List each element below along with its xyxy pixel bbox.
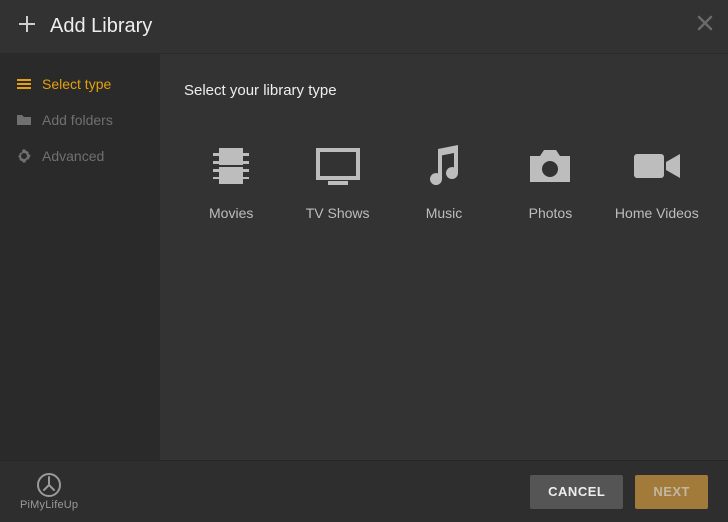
film-icon xyxy=(203,143,259,189)
tv-icon xyxy=(310,143,366,189)
list-icon xyxy=(16,76,32,92)
type-home-videos[interactable]: Home Videos xyxy=(610,137,704,227)
camera-icon xyxy=(522,143,578,189)
type-tv-shows[interactable]: TV Shows xyxy=(290,137,384,227)
type-label: Photos xyxy=(529,205,573,221)
library-type-row: Movies TV Shows Music xyxy=(184,137,704,227)
cancel-button[interactable]: CANCEL xyxy=(530,475,623,509)
modal-footer: PiMyLifeUp CANCEL NEXT xyxy=(0,460,728,522)
video-camera-icon xyxy=(629,143,685,189)
type-label: Music xyxy=(426,205,463,221)
sidebar-item-label: Add folders xyxy=(42,112,113,128)
sidebar-item-select-type[interactable]: Select type xyxy=(0,66,160,102)
wizard-sidebar: Select type Add folders Advanced xyxy=(0,54,160,460)
add-library-modal: Add Library Select type Add folders xyxy=(0,0,728,522)
next-button[interactable]: NEXT xyxy=(635,475,708,509)
type-label: Movies xyxy=(209,205,253,221)
close-button[interactable] xyxy=(696,14,714,37)
music-icon xyxy=(416,143,472,189)
type-label: Home Videos xyxy=(615,205,699,221)
brand-block: PiMyLifeUp xyxy=(20,473,78,511)
sidebar-item-label: Select type xyxy=(42,76,111,92)
modal-body: Select type Add folders Advanced Select … xyxy=(0,54,728,460)
type-label: TV Shows xyxy=(306,205,370,221)
close-icon xyxy=(696,14,714,32)
gear-icon xyxy=(16,148,32,164)
folder-icon xyxy=(16,112,32,128)
brand-logo-icon xyxy=(37,473,61,497)
brand-text: PiMyLifeUp xyxy=(20,499,78,511)
sidebar-item-add-folders[interactable]: Add folders xyxy=(0,102,160,138)
plus-icon xyxy=(18,15,36,38)
content-pane: Select your library type Movies TV Shows xyxy=(160,54,728,460)
type-movies[interactable]: Movies xyxy=(184,137,278,227)
modal-header: Add Library xyxy=(0,0,728,54)
sidebar-item-advanced[interactable]: Advanced xyxy=(0,138,160,174)
content-heading: Select your library type xyxy=(184,82,704,99)
type-music[interactable]: Music xyxy=(397,137,491,227)
type-photos[interactable]: Photos xyxy=(503,137,597,227)
modal-title: Add Library xyxy=(50,15,152,38)
sidebar-item-label: Advanced xyxy=(42,148,104,164)
